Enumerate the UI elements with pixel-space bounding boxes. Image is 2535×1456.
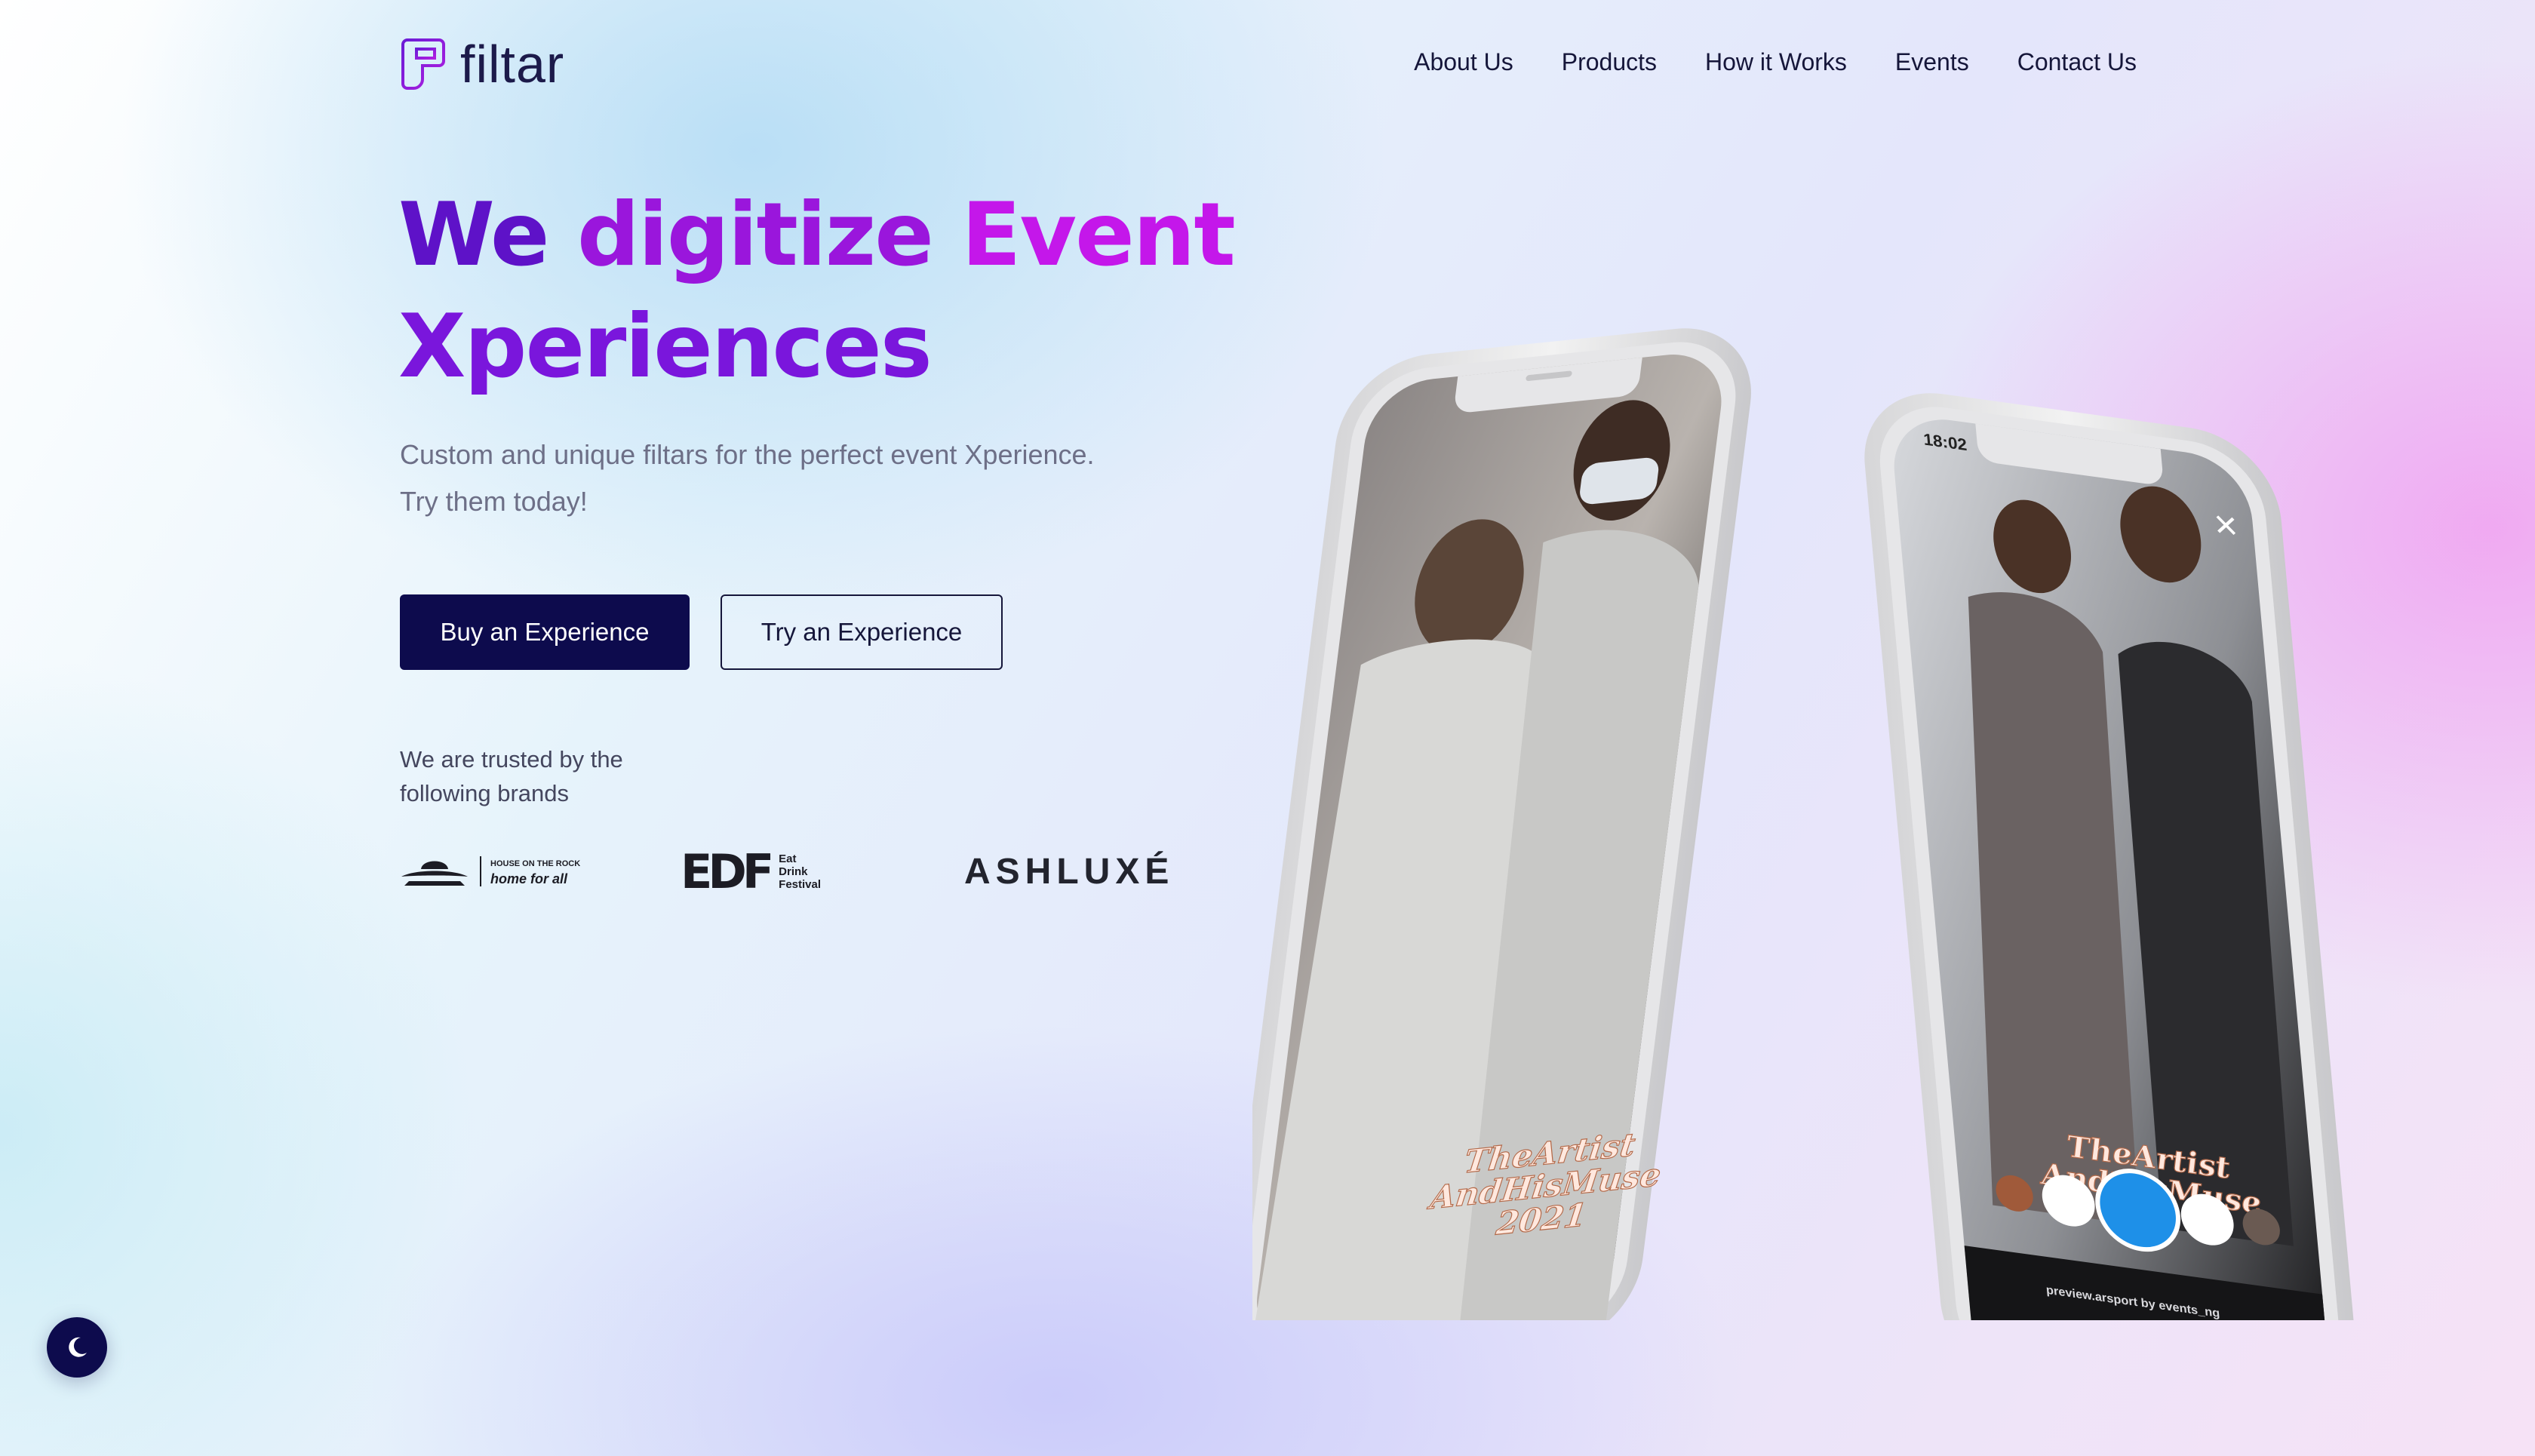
nav-products[interactable]: Products — [1562, 45, 1657, 78]
hero-title-word: We — [398, 184, 549, 286]
nav-about-us[interactable]: About Us — [1414, 45, 1513, 78]
house-on-the-rock-tagline: home for all — [490, 871, 568, 886]
hero-title-word: Event — [961, 184, 1236, 286]
house-on-the-rock-logo: HOUSE ON THE ROCK home for all — [400, 845, 580, 898]
right-phone: 18:02 ✕ TheArtist AndHisMuse preview.ars… — [1864, 393, 2358, 1320]
hero-title-word: Xperiences — [398, 296, 933, 398]
trusted-line: following brands — [400, 780, 570, 806]
hero-subtitle-line: Custom and unique filtars for the perfec… — [400, 439, 1095, 470]
hero-subtitle-line: Try them today! — [400, 486, 588, 517]
edf-mark: EDF — [681, 843, 774, 899]
eat-drink-festival-logo: EDF Eat Drink Festival — [681, 843, 821, 899]
ashluxe-wordmark: ASHLUXÉ — [964, 851, 1175, 892]
nav-events[interactable]: Events — [1895, 45, 1969, 78]
edf-word: Eat — [779, 852, 797, 865]
edf-word: Drink — [779, 865, 808, 878]
trusted-by-text: We are trusted by the following brands — [400, 742, 687, 810]
hat-icon — [401, 861, 468, 886]
hero-title: We digitize Event Xperiences — [398, 180, 1236, 403]
edf-words: Eat Drink Festival — [779, 852, 821, 891]
nav-contact-us[interactable]: Contact Us — [2017, 45, 2137, 78]
edf-word: Festival — [779, 877, 822, 891]
left-phone: TheArtist AndHisMuse 2021 — [1252, 328, 1751, 1320]
ashluxe-logo: ASHLUXÉ — [964, 845, 1174, 898]
filtar-logo-icon — [401, 38, 445, 90]
dark-mode-toggle[interactable] — [47, 1317, 107, 1378]
brand-logos: HOUSE ON THE ROCK home for all EDF Eat D… — [400, 843, 1177, 899]
hero-subtitle: Custom and unique filtars for the perfec… — [400, 432, 1192, 525]
phone-mockups: TheArtist AndHisMuse 2021 18:02 ✕ TheArt… — [1252, 328, 2358, 1320]
brand-logo[interactable]: filtar — [400, 38, 564, 91]
trusted-line: We are trusted by the — [400, 746, 623, 773]
buy-experience-button[interactable]: Buy an Experience — [400, 594, 690, 670]
hero-title-word: digitize — [576, 184, 934, 286]
brand-name: filtar — [460, 35, 565, 94]
try-experience-button[interactable]: Try an Experience — [721, 594, 1003, 670]
main-nav: About Us Products How it Works Events Co… — [1414, 45, 2137, 78]
house-on-the-rock-wordmark: HOUSE ON THE ROCK home for all — [480, 856, 580, 886]
close-icon[interactable]: ✕ — [2211, 506, 2240, 545]
nav-how-it-works[interactable]: How it Works — [1705, 45, 1847, 78]
moon-icon — [69, 1337, 87, 1357]
house-on-the-rock-name: HOUSE ON THE ROCK — [490, 859, 581, 868]
